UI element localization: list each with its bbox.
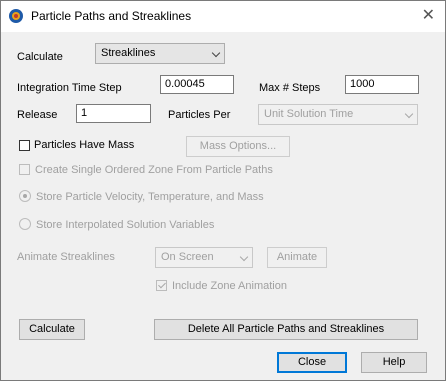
single-ordered-zone-label: Create Single Ordered Zone From Particle… bbox=[35, 164, 273, 176]
max-steps-input[interactable]: 1000 bbox=[345, 75, 419, 94]
integration-time-step-label: Integration Time Step bbox=[17, 82, 122, 94]
close-button[interactable]: Close bbox=[277, 352, 347, 373]
animate-mode-value: On Screen bbox=[161, 251, 214, 263]
calculate-mode-select[interactable]: Streaklines bbox=[95, 43, 225, 64]
max-steps-label: Max # Steps bbox=[259, 82, 321, 94]
animate-streaklines-label: Animate Streaklines bbox=[17, 251, 115, 263]
release-input[interactable]: 1 bbox=[76, 104, 151, 123]
release-label: Release bbox=[17, 109, 58, 121]
single-ordered-zone-checkbox bbox=[19, 164, 30, 175]
store-velocity-label: Store Particle Velocity, Temperature, an… bbox=[36, 191, 264, 203]
calculate-mode-value: Streaklines bbox=[101, 47, 156, 59]
window-title: Particle Paths and Streaklines bbox=[31, 9, 192, 23]
animate-button: Animate bbox=[267, 247, 327, 268]
include-zone-animation-checkbox bbox=[156, 280, 167, 291]
store-interpolated-radio bbox=[19, 218, 31, 230]
particles-have-mass-checkbox[interactable] bbox=[19, 140, 30, 151]
chevron-down-icon bbox=[239, 252, 249, 262]
mass-options-button: Mass Options... bbox=[186, 136, 290, 157]
calculate-button[interactable]: Calculate bbox=[19, 319, 85, 340]
particles-per-label: Particles Per bbox=[168, 109, 231, 121]
help-button[interactable]: Help bbox=[361, 352, 427, 373]
store-velocity-radio bbox=[19, 190, 31, 202]
dialog-window: Particle Paths and Streaklines ✕ Calcula… bbox=[0, 0, 446, 381]
particles-per-value: Unit Solution Time bbox=[264, 108, 354, 120]
chevron-down-icon bbox=[404, 109, 414, 119]
app-icon bbox=[9, 9, 23, 23]
calculate-label: Calculate bbox=[17, 51, 63, 63]
particles-have-mass-label: Particles Have Mass bbox=[34, 139, 135, 151]
chevron-down-icon bbox=[211, 48, 221, 58]
title-bar: Particle Paths and Streaklines ✕ bbox=[1, 1, 445, 32]
radio-selected-dot bbox=[23, 194, 27, 198]
particles-per-select: Unit Solution Time bbox=[258, 104, 418, 125]
delete-all-button[interactable]: Delete All Particle Paths and Streakline… bbox=[154, 319, 418, 340]
check-icon bbox=[158, 280, 166, 289]
close-icon[interactable]: ✕ bbox=[422, 5, 435, 25]
animate-mode-select: On Screen bbox=[155, 247, 253, 268]
include-zone-animation-label: Include Zone Animation bbox=[172, 280, 287, 292]
integration-time-step-input[interactable]: 0.00045 bbox=[160, 75, 234, 94]
store-interpolated-label: Store Interpolated Solution Variables bbox=[36, 219, 215, 231]
